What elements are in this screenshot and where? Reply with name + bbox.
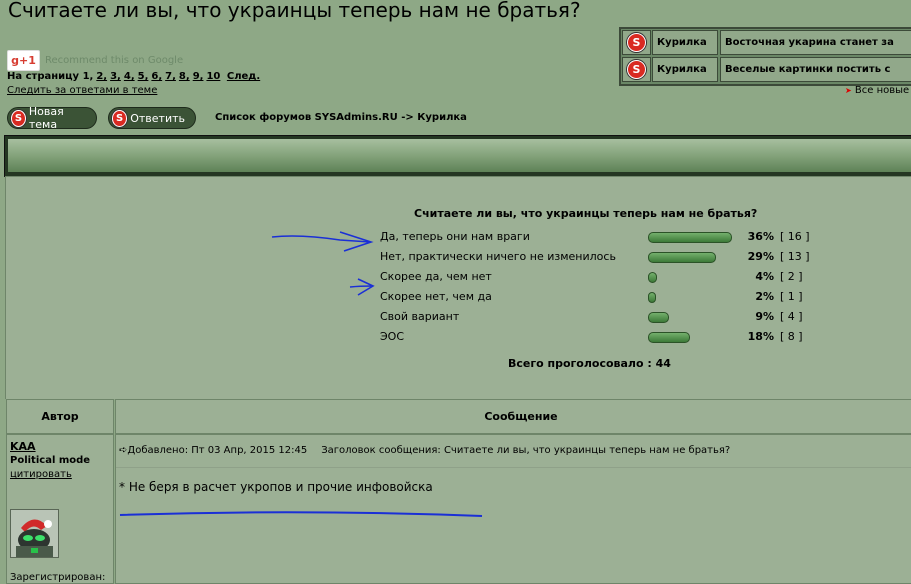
quote-link[interactable]: цитировать	[10, 469, 72, 480]
poll-question: Считаете ли вы, что украинцы теперь нам …	[414, 207, 758, 220]
page-link[interactable]: 2,	[96, 71, 107, 82]
related-topic-forum[interactable]: Курилка	[652, 30, 718, 55]
poll-bar-track	[648, 312, 738, 323]
author-name[interactable]: KAA	[10, 440, 36, 453]
all-new-topics-link[interactable]: ➤ Все новые	[845, 85, 909, 96]
page-link[interactable]: 9,	[193, 71, 204, 82]
poll-option-count: [ 16 ]	[780, 230, 810, 243]
poll-option: Свой вариант 9% [ 4 ]	[380, 307, 820, 327]
all-new-topics-label[interactable]: Все новые	[855, 85, 909, 96]
google-plus-text[interactable]: Recommend this on Google	[45, 55, 183, 66]
poll-option-percent: 2%	[755, 290, 774, 303]
poll-option-label: Скорее нет, чем да	[380, 290, 492, 303]
pagination: На страницу 1, 2, 3, 4, 5, 6, 7, 8, 9, 10 След.	[7, 71, 263, 82]
pagination-current: 1,	[82, 71, 94, 82]
reply-button[interactable]: S Ответить	[108, 107, 196, 129]
related-topic-title[interactable]: Восточная укарина станет за	[720, 30, 911, 55]
poll-bar-track	[648, 232, 738, 243]
related-topics-table: S Курилка Восточная укарина станет за S …	[619, 27, 911, 86]
poll-option-label: ЭОС	[380, 330, 405, 343]
breadcrumb[interactable]: Список форумов SYSAdmins.RU -> Курилка	[215, 112, 467, 123]
poll-bar-track	[648, 292, 738, 303]
post-added: Добавлено: Пт 03 Апр, 2015 12:45	[127, 445, 308, 456]
poll-option-label: Свой вариант	[380, 310, 460, 323]
poll-option-count: [ 4 ]	[780, 310, 803, 323]
related-topic-row[interactable]: S Курилка Веселые картинки постить с	[621, 57, 911, 82]
page-link[interactable]: 3,	[110, 71, 121, 82]
forum-logo-icon: S	[627, 33, 646, 52]
post-subject: Заголовок сообщения: Считаете ли вы, что…	[321, 445, 731, 456]
poll-option-percent: 9%	[755, 310, 774, 323]
poll-option-label: Да, теперь они нам враги	[380, 230, 530, 243]
poll-option: Скорее да, чем нет 4% [ 2 ]	[380, 267, 820, 287]
poll-option-count: [ 2 ]	[780, 270, 803, 283]
post-author-cell: KAA Political mode цитировать Зарегистри…	[6, 434, 114, 584]
post-meta: ➪Добавлено: Пт 03 Апр, 2015 12:45 Заголов…	[119, 445, 730, 456]
related-topic-forum[interactable]: Курилка	[652, 57, 718, 82]
post-message-cell: ➪Добавлено: Пт 03 Апр, 2015 12:45 Заголов…	[115, 434, 911, 584]
message-column-header: Сообщение	[115, 399, 911, 434]
related-topic-row[interactable]: S Курилка Восточная укарина станет за	[621, 30, 911, 55]
related-topic-title[interactable]: Веселые картинки постить с	[720, 57, 911, 82]
poll-option-percent: 29%	[747, 250, 774, 263]
poll-option: Нет, практически ничего не изменилось 29%…	[380, 247, 820, 267]
author-rank: Political mode	[10, 455, 91, 466]
poll-option-percent: 4%	[755, 270, 774, 283]
poll-option: ЭОС 18% [ 8 ]	[380, 327, 820, 347]
avatar	[10, 509, 59, 558]
forum-logo-icon: S	[627, 60, 646, 79]
new-topic-button[interactable]: S Новая тема	[7, 105, 97, 131]
page-link[interactable]: 5,	[138, 71, 149, 82]
posts-header-row: Автор Сообщение	[5, 399, 911, 434]
poll-option-count: [ 8 ]	[780, 330, 803, 343]
poll-option: Скорее нет, чем да 2% [ 1 ]	[380, 287, 820, 307]
poll-option-count: [ 13 ]	[780, 250, 810, 263]
reply-label: Ответить	[130, 111, 185, 125]
poll-bar-track	[648, 252, 738, 263]
post-body: * Не беря в расчет укропов и прочие инфо…	[119, 480, 433, 494]
poll-bar	[648, 272, 657, 283]
poll-option-percent: 18%	[747, 330, 774, 343]
poll-panel: Считаете ли вы, что украинцы теперь нам …	[5, 176, 911, 400]
google-plus-button[interactable]: g+1	[7, 50, 40, 71]
poll-bar	[648, 232, 732, 243]
poll-bar-track	[648, 272, 738, 283]
pagination-label: На страницу	[7, 71, 80, 82]
poll-bar	[648, 332, 690, 343]
red-arrow-icon: ➤	[845, 86, 852, 95]
forum-logo-icon: S	[112, 109, 128, 127]
poll-bar	[648, 252, 716, 263]
registered-label: Зарегистрирован:	[10, 572, 106, 583]
google-plus-row: g+1 Recommend this on Google	[7, 50, 183, 71]
topic-header-gradient	[8, 139, 911, 172]
page-link[interactable]: 6,	[151, 71, 162, 82]
poll-option: Да, теперь они нам враги 36% [ 16 ]	[380, 227, 820, 247]
watch-topic-link[interactable]: Следить за ответами в теме	[7, 85, 157, 96]
post-divider	[116, 467, 911, 468]
page-title: Считаете ли вы, что украинцы теперь нам …	[8, 0, 581, 22]
poll-option-percent: 36%	[747, 230, 774, 243]
poll-option-count: [ 1 ]	[780, 290, 803, 303]
next-page-link[interactable]: След.	[227, 71, 260, 82]
forum-logo-icon: S	[11, 109, 26, 127]
poll-bar	[648, 292, 656, 303]
topic-header-bar	[4, 135, 911, 177]
new-topic-label: Новая тема	[28, 105, 64, 131]
author-column-header: Автор	[6, 399, 114, 434]
poll-option-label: Нет, практически ничего не изменилось	[380, 250, 616, 263]
poll-bar-track	[648, 332, 738, 343]
poll-total: Всего проголосовало : 44	[508, 357, 671, 370]
page-link[interactable]: 8,	[179, 71, 190, 82]
poll-option-label: Скорее да, чем нет	[380, 270, 492, 283]
poll-bar	[648, 312, 669, 323]
page-link[interactable]: 4,	[124, 71, 135, 82]
page-link[interactable]: 10	[206, 71, 220, 82]
page-link[interactable]: 7,	[165, 71, 176, 82]
